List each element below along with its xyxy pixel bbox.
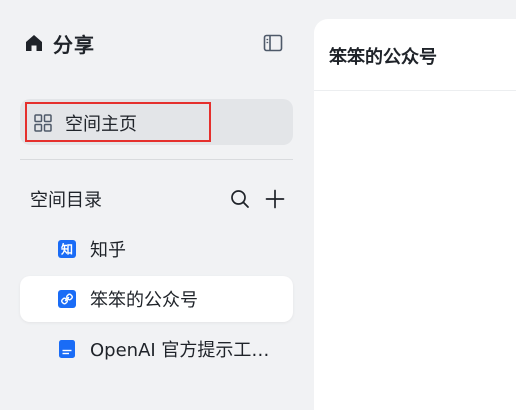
header-divider (314, 90, 516, 91)
tree-item-openai-doc[interactable]: OpenAI 官方提示工程... (20, 326, 293, 372)
sidebar: 分享 空间主页 空间目录 知 知乎 笨笨的公众号 OpenAI 官方提示工程..… (0, 0, 305, 410)
search-icon[interactable] (230, 189, 250, 209)
space-home-content[interactable]: 空间主页 (34, 110, 137, 136)
catalog-header: 空间目录 (30, 186, 285, 212)
sidebar-divider (20, 159, 293, 160)
space-title: 分享 (53, 32, 95, 57)
grid-icon (34, 114, 52, 132)
tree-item-label: 笨笨的公众号 (90, 290, 198, 311)
space-header: 分享 (24, 28, 95, 58)
tree-item-zhihu[interactable]: 知 知乎 (20, 226, 293, 272)
link-doc-icon (58, 290, 76, 308)
sidebar-toggle-icon (263, 33, 283, 53)
home-icon (24, 33, 44, 53)
catalog-actions (230, 189, 285, 209)
main-panel: 笨笨的公众号 (314, 19, 516, 410)
collapse-sidebar-button[interactable] (262, 32, 284, 54)
zhihu-icon: 知 (58, 240, 76, 258)
tree-item-wechat-account[interactable]: 笨笨的公众号 (20, 276, 293, 322)
space-home-label: 空间主页 (65, 114, 137, 135)
tree-item-label: 知乎 (90, 240, 126, 261)
doc-icon (58, 340, 76, 358)
catalog-title: 空间目录 (30, 190, 102, 211)
page-title: 笨笨的公众号 (329, 47, 437, 68)
svg-text:知: 知 (60, 242, 73, 257)
tree-item-label: OpenAI 官方提示工程... (90, 340, 286, 361)
add-icon[interactable] (265, 189, 285, 209)
